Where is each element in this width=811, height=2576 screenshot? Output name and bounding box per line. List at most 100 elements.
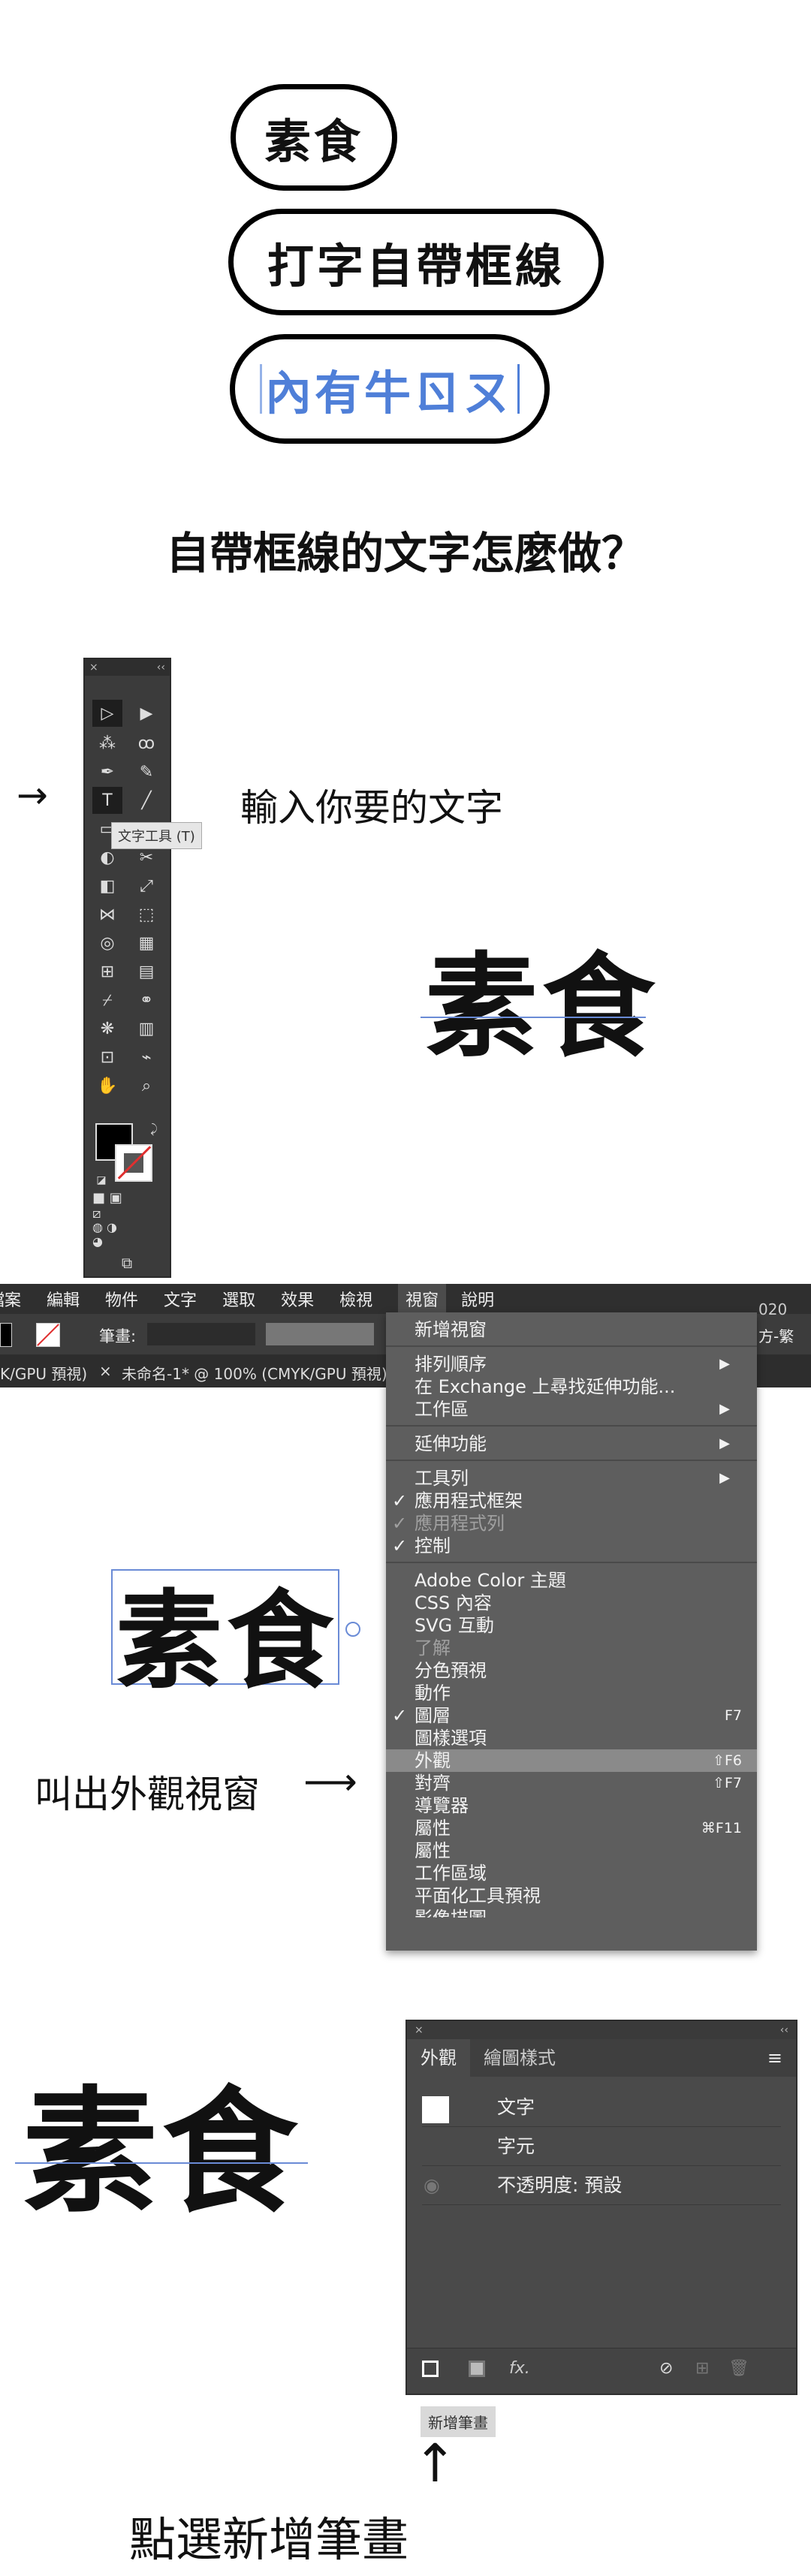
menu-item[interactable]: Adobe Color 主題 (415, 1569, 742, 1592)
swap-colors-icon[interactable]: ⤸ (139, 1116, 169, 1143)
menu-item: 了解 (415, 1637, 451, 1659)
menu-item: ✓ 應用程式列 (392, 1513, 505, 1534)
mesh-tool-icon[interactable]: ⊞ (92, 958, 122, 985)
menu-item[interactable]: ✓ 控制 (392, 1535, 742, 1557)
scale-tool-icon[interactable]: ⤢ (131, 872, 161, 899)
menu-window[interactable]: 視窗 (398, 1284, 447, 1314)
stroke-none-swatch[interactable] (36, 1323, 60, 1347)
drawing-mode-icon[interactable]: ◍ ◑ ◕ (92, 1220, 122, 1249)
curvature-tool-icon[interactable]: ✎ (131, 758, 161, 785)
duplicate-icon[interactable]: ⊞ (695, 2359, 709, 2378)
menu-view[interactable]: 檢視 (339, 1287, 372, 1311)
collapse-icon[interactable]: ‹‹ (157, 661, 165, 673)
doc-tab-2[interactable]: 未命名-1* @ 100% (CMYK/GPU 預視) (122, 1362, 387, 1384)
menu-type[interactable]: 文字 (164, 1287, 197, 1311)
menu-item[interactable]: 排列順序 ▶ (415, 1353, 742, 1375)
stroke-swatch[interactable] (115, 1144, 152, 1182)
menu-item[interactable]: 在 Exchange 上尋找延伸功能... (415, 1375, 742, 1398)
lasso-icon[interactable]: ꝏ (131, 730, 161, 757)
visibility-eye-icon[interactable]: ◉ (424, 2167, 440, 2204)
step1-label: 輸入你要的文字 (240, 786, 503, 830)
stroke-weight-field[interactable] (147, 1323, 255, 1345)
menu-item[interactable]: 工具列 ▶ (415, 1467, 742, 1490)
menu-item[interactable]: 動作 (415, 1682, 742, 1704)
menu-file[interactable]: 檔案 (0, 1287, 21, 1311)
menu-object[interactable]: 物件 (105, 1287, 138, 1311)
column-graph-icon[interactable]: ▥ (131, 1015, 161, 1042)
menu-item[interactable]: 屬性 (415, 1839, 742, 1862)
screen-mode-icon[interactable]: ⧉ (112, 1249, 142, 1276)
add-stroke-icon[interactable] (422, 2361, 439, 2377)
delete-icon[interactable]: 🗑 (728, 2359, 749, 2378)
doc-tab-1[interactable]: K/GPU 預視) (0, 1362, 87, 1384)
menu-item[interactable]: 屬性 ⌘F11 (415, 1817, 742, 1839)
eyedropper-icon[interactable]: ⌿ (92, 987, 122, 1014)
menu-item[interactable]: 工作區域 (415, 1862, 742, 1885)
collapse-icon[interactable]: ‹‹ (780, 2024, 788, 2036)
menu-edit[interactable]: 編輯 (47, 1287, 80, 1311)
color-mode-icon[interactable]: ■ ▣ ⧄ (92, 1190, 122, 1222)
sample-text-3: 素食 (23, 2074, 303, 2231)
pill-text: 內有牛ㄖㄡ (264, 366, 513, 420)
step3-arrow: ↑ (413, 2433, 457, 2494)
type-tool-icon[interactable]: T (92, 787, 122, 814)
perspective-grid-icon[interactable]: ▦ (131, 929, 161, 957)
row-type[interactable]: 文字 (422, 2089, 781, 2127)
tab-graphic-styles[interactable]: 繪圖樣式 (470, 2039, 569, 2077)
symbol-sprayer-icon[interactable]: ❋ (92, 1015, 122, 1042)
row-opacity[interactable]: ◉ 不透明度: 預設 (422, 2167, 781, 2205)
variable-width-field[interactable] (266, 1323, 374, 1345)
menu-item[interactable]: 圖樣選項 (415, 1727, 742, 1749)
line-tool-icon[interactable]: ╱ (131, 787, 161, 814)
width-tool-icon[interactable]: ⋈ (92, 901, 122, 928)
menu-item[interactable]: 對齊 ⇧F7 (415, 1772, 742, 1794)
menu-item[interactable]: CSS 內容 (415, 1592, 742, 1614)
menu-item[interactable]: 影像描圖 (415, 1907, 742, 1918)
fill-swatch-small[interactable] (0, 1323, 12, 1347)
menu-select[interactable]: 選取 (222, 1287, 255, 1311)
add-fill-icon[interactable] (469, 2361, 485, 2377)
menu-item[interactable]: 新增視窗 (415, 1318, 742, 1341)
blend-tool-icon[interactable]: ⚭ (131, 987, 161, 1014)
artboard-tool-icon[interactable]: ⊡ (92, 1044, 122, 1071)
pill-text: 素食 (264, 114, 363, 169)
menu-item[interactable]: ✓ 應用程式框架 (392, 1490, 742, 1512)
doc-tab-close[interactable]: × (99, 1362, 112, 1380)
gradient-tool-icon[interactable]: ▤ (131, 958, 161, 985)
close-icon[interactable]: × (415, 2024, 424, 2036)
panel-menu-icon[interactable]: ≡ (754, 2039, 796, 2077)
row-characters[interactable]: 字元 (422, 2128, 781, 2166)
menu-help[interactable]: 說明 (461, 1287, 494, 1311)
shape-builder-icon[interactable]: ◎ (92, 929, 122, 957)
selection-handle[interactable] (345, 1622, 360, 1637)
menu-separator (386, 1562, 757, 1563)
menu-effect[interactable]: 效果 (281, 1287, 314, 1311)
tab-appearance[interactable]: 外觀 (407, 2039, 470, 2077)
menu-item-appearance[interactable]: 外觀 ⇧F6 (415, 1749, 742, 1772)
close-icon[interactable]: × (89, 661, 98, 673)
zoom-tool-icon[interactable]: ⌕ (131, 1072, 161, 1099)
direct-selection-tool-icon[interactable]: ▶ (131, 700, 161, 727)
menu-item[interactable]: 分色預視 (415, 1659, 742, 1682)
selection-tool-icon[interactable]: ▷ (92, 700, 122, 727)
reflect-tool-icon[interactable]: ◧ (92, 872, 122, 899)
pen-tool-icon[interactable]: ✒ (92, 758, 122, 785)
free-transform-icon[interactable]: ⬚ (131, 901, 161, 928)
hand-tool-icon[interactable]: ✋ (92, 1072, 122, 1099)
menu-item[interactable]: 導覽器 (415, 1794, 742, 1817)
menu-item[interactable]: 工作區 ▶ (415, 1398, 742, 1421)
pill-text: 打字自帶框線 (267, 239, 565, 294)
stroke-label: 筆畫: (99, 1327, 137, 1345)
menu-item[interactable]: 延伸功能 ▶ (415, 1433, 742, 1455)
slice-tool-icon[interactable]: ⌁ (131, 1044, 161, 1071)
menu-item[interactable]: 平面化工具預視 (415, 1885, 742, 1907)
menu-item[interactable]: ✓ 圖層 F7 (392, 1704, 742, 1727)
menu-item[interactable]: SVG 互動 (415, 1614, 742, 1637)
fx-icon[interactable]: fx. (509, 2359, 530, 2378)
magic-wand-icon[interactable]: ⁂ (92, 730, 122, 757)
clear-appearance-icon[interactable]: ⊘ (659, 2359, 673, 2378)
sample-text-2: 素食 (116, 1580, 338, 1704)
panel-tabs: 外觀 繪圖樣式 ≡ (407, 2039, 796, 2077)
font-style-field[interactable]: 方-繁 (758, 1324, 794, 1346)
headline: 自帶框線的文字怎麼做？ (165, 528, 645, 579)
